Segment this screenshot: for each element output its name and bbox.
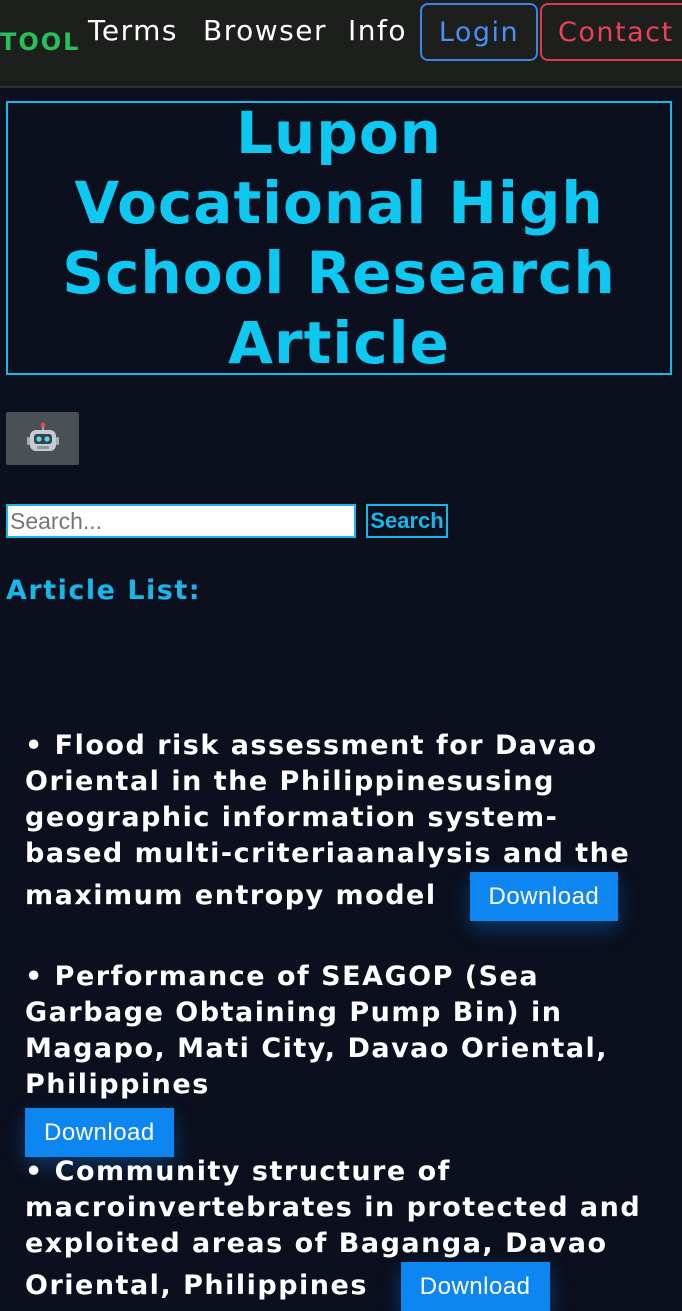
article-bullet: • <box>25 1156 55 1187</box>
download-button[interactable]: Download <box>469 872 619 921</box>
page-title: Lupon Vocational High School Research Ar… <box>62 99 616 377</box>
article-item: • Flood risk assessment for Davao Orient… <box>25 728 655 921</box>
article-item: • Community structure of macroinvertebra… <box>25 1154 655 1311</box>
article-title: Performance of SEAGOP (Sea Garbage Obtai… <box>25 961 609 1100</box>
brand-logo[interactable]: TOOL <box>0 28 80 56</box>
robot-tool-button[interactable] <box>6 412 79 465</box>
nav-link-terms[interactable]: Terms <box>88 14 178 47</box>
article-item: • Performance of SEAGOP (Sea Garbage Obt… <box>25 959 655 1157</box>
search-input[interactable] <box>6 504 356 538</box>
search-button[interactable]: Search <box>366 504 448 538</box>
download-button[interactable]: Download <box>400 1262 550 1311</box>
download-button[interactable]: Download <box>25 1108 174 1157</box>
nav-link-browser[interactable]: Browser <box>203 14 327 47</box>
article-bullet: • <box>25 730 55 761</box>
nav-link-info[interactable]: Info <box>348 14 407 47</box>
article-bullet: • <box>25 961 55 992</box>
hero-banner: Lupon Vocational High School Research Ar… <box>6 99 672 377</box>
contact-button[interactable]: Contact <box>540 3 682 61</box>
robot-icon <box>26 422 60 456</box>
article-list-heading: Article List: <box>6 575 202 606</box>
login-button[interactable]: Login <box>420 3 538 61</box>
top-navbar: TOOL Terms Browser Info Login Contact <box>0 0 682 88</box>
